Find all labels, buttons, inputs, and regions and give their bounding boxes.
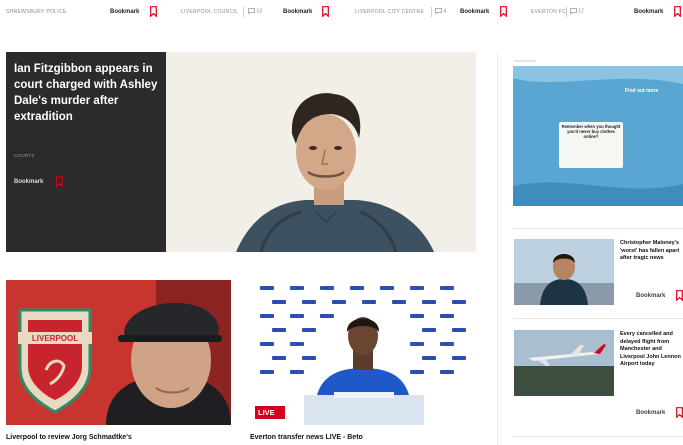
bookmark-label[interactable]: Bookmark — [636, 293, 665, 299]
side-story-image[interactable] — [514, 330, 614, 396]
comment-count-value: 4 — [443, 8, 447, 15]
comment-icon — [435, 8, 442, 15]
bookmark-icon[interactable] — [676, 290, 683, 301]
bookmark-label[interactable]: Bookmark — [460, 9, 489, 15]
comment-icon — [570, 8, 577, 15]
bookmark-icon[interactable] — [676, 407, 683, 418]
comment-count-value: 13 — [256, 8, 262, 15]
divider — [431, 7, 432, 17]
ad-cta-text[interactable]: Find out more — [625, 88, 658, 94]
live-badge: LIVE — [255, 406, 285, 419]
bookmark-label[interactable]: Bookmark — [110, 9, 139, 15]
svg-text:LIVERPOOL: LIVERPOOL — [32, 334, 78, 343]
card-headline[interactable]: Everton transfer news LIVE - Beto — [250, 434, 363, 441]
bookmark-label[interactable]: Bookmark — [634, 9, 663, 15]
hero-category-tag[interactable]: COURTS — [14, 153, 35, 158]
comment-icon — [248, 8, 255, 15]
comment-count[interactable]: 17 — [570, 8, 584, 15]
card-image-everton[interactable] — [250, 280, 476, 425]
side-story-headline[interactable]: Every cancelled and delayed flight from … — [620, 331, 683, 369]
hero-headline[interactable]: Ian Fitzgibbon appears in court charged … — [14, 61, 166, 125]
hero-courtroom-sketch[interactable] — [166, 52, 476, 252]
card-headline[interactable]: Liverpool to review Jorg Schmadtke's — [6, 434, 132, 441]
comment-count[interactable]: 13 — [248, 8, 262, 15]
ad-tag-text: Remember when you thought you'd never bu… — [561, 124, 621, 140]
story-category[interactable]: LIVERPOOL CITY CENTRE — [355, 9, 424, 15]
column-divider — [497, 52, 498, 445]
divider — [243, 7, 244, 17]
comment-count-value: 17 — [578, 8, 584, 15]
bookmark-icon[interactable] — [674, 6, 681, 17]
bookmark-icon[interactable] — [322, 6, 329, 17]
divider — [513, 228, 683, 229]
divider — [566, 7, 567, 17]
divider — [513, 318, 683, 319]
side-story-headline[interactable]: Christopher Maloney's 'worst' has fallen… — [620, 240, 683, 263]
bookmark-label[interactable]: Bookmark — [283, 9, 312, 15]
hero-bookmark-label[interactable]: Bookmark — [14, 179, 43, 185]
ad-label: Advertisement — [514, 59, 537, 63]
bookmark-icon[interactable] — [500, 6, 507, 17]
comment-count[interactable]: 4 — [435, 8, 447, 15]
bookmark-icon[interactable] — [56, 176, 63, 187]
story-category[interactable]: LIVERPOOL COUNCIL — [181, 9, 238, 15]
previous-stories-strip: SHREWSBURY POLICE Bookmark LIVERPOOL COU… — [0, 0, 683, 26]
story-category[interactable]: SHREWSBURY POLICE — [6, 9, 67, 15]
advertisement[interactable]: Remember when you thought you'd never bu… — [513, 66, 683, 206]
bookmark-label[interactable]: Bookmark — [636, 410, 665, 416]
bookmark-icon[interactable] — [150, 6, 157, 17]
card-image-liverpool[interactable]: LIVERPOOL — [6, 280, 231, 425]
story-category[interactable]: EVERTON FC — [531, 9, 566, 15]
divider — [513, 436, 683, 437]
side-story-image[interactable] — [514, 239, 614, 305]
